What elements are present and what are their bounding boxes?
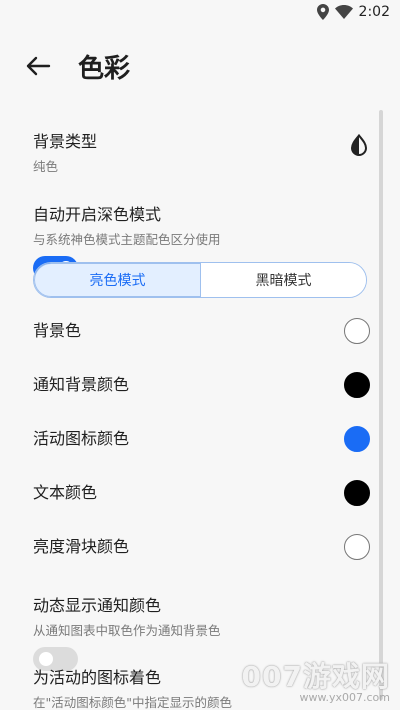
auto-dark-mode-row[interactable]: 自动开启深色模式 与系统神色模式主题配色区分使用 <box>33 201 370 280</box>
tab-dark-mode[interactable]: 黑暗模式 <box>201 263 366 297</box>
background-type-control[interactable] <box>348 133 370 162</box>
dynamic-notification-color-title: 动态显示通知颜色 <box>33 596 162 615</box>
status-icons: 2:02 <box>316 4 390 20</box>
background-type-row[interactable]: 背景类型 纯色 <box>33 128 370 174</box>
auto-dark-mode-subtitle: 与系统神色模式主题配色区分使用 <box>33 232 221 247</box>
text-color-swatch[interactable] <box>344 480 370 506</box>
background-type-value: 纯色 <box>33 159 59 174</box>
wifi-icon <box>334 5 353 19</box>
active-icon-color-row[interactable]: 活动图标颜色 <box>33 426 370 452</box>
brightness-slider-color-title: 亮度滑块颜色 <box>33 537 130 556</box>
watermark-logo: 007游戏网 www.yx007.com <box>242 655 390 704</box>
active-icon-color-swatch[interactable] <box>344 426 370 452</box>
notification-bg-color-title: 通知背景颜色 <box>33 375 130 394</box>
background-color-swatch[interactable] <box>344 318 370 344</box>
back-arrow-icon <box>26 56 51 76</box>
dynamic-notification-color-subtitle: 从通知图表中取色作为通知背景色 <box>33 623 221 638</box>
notification-bg-color-swatch[interactable] <box>344 372 370 398</box>
mode-segmented-control: 亮色模式 黑暗模式 <box>33 262 367 298</box>
status-time: 2:02 <box>358 4 390 20</box>
location-icon <box>316 4 329 20</box>
page-title: 色彩 <box>78 54 131 84</box>
watermark-main: 007游戏网 <box>241 660 390 693</box>
background-type-title: 背景类型 <box>33 132 98 151</box>
background-color-row[interactable]: 背景色 <box>33 318 370 344</box>
active-icon-color-title: 活动图标颜色 <box>33 429 130 448</box>
auto-dark-mode-title: 自动开启深色模式 <box>33 205 162 224</box>
text-color-row[interactable]: 文本颜色 <box>33 480 370 506</box>
dynamic-notification-color-row[interactable]: 动态显示通知颜色 从通知图表中取色作为通知背景色 <box>33 592 370 671</box>
brightness-slider-color-swatch[interactable] <box>344 534 370 560</box>
app-bar: 色彩 <box>0 44 400 88</box>
background-color-title: 背景色 <box>33 321 82 340</box>
scrollbar[interactable] <box>379 110 383 700</box>
notification-bg-color-row[interactable]: 通知背景颜色 <box>33 372 370 398</box>
text-color-title: 文本颜色 <box>33 483 98 502</box>
brightness-slider-color-row[interactable]: 亮度滑块颜色 <box>33 534 370 560</box>
contrast-icon <box>350 133 368 156</box>
tab-light-mode[interactable]: 亮色模式 <box>34 263 201 297</box>
status-bar: 2:02 <box>0 0 400 26</box>
back-button[interactable] <box>22 52 54 80</box>
